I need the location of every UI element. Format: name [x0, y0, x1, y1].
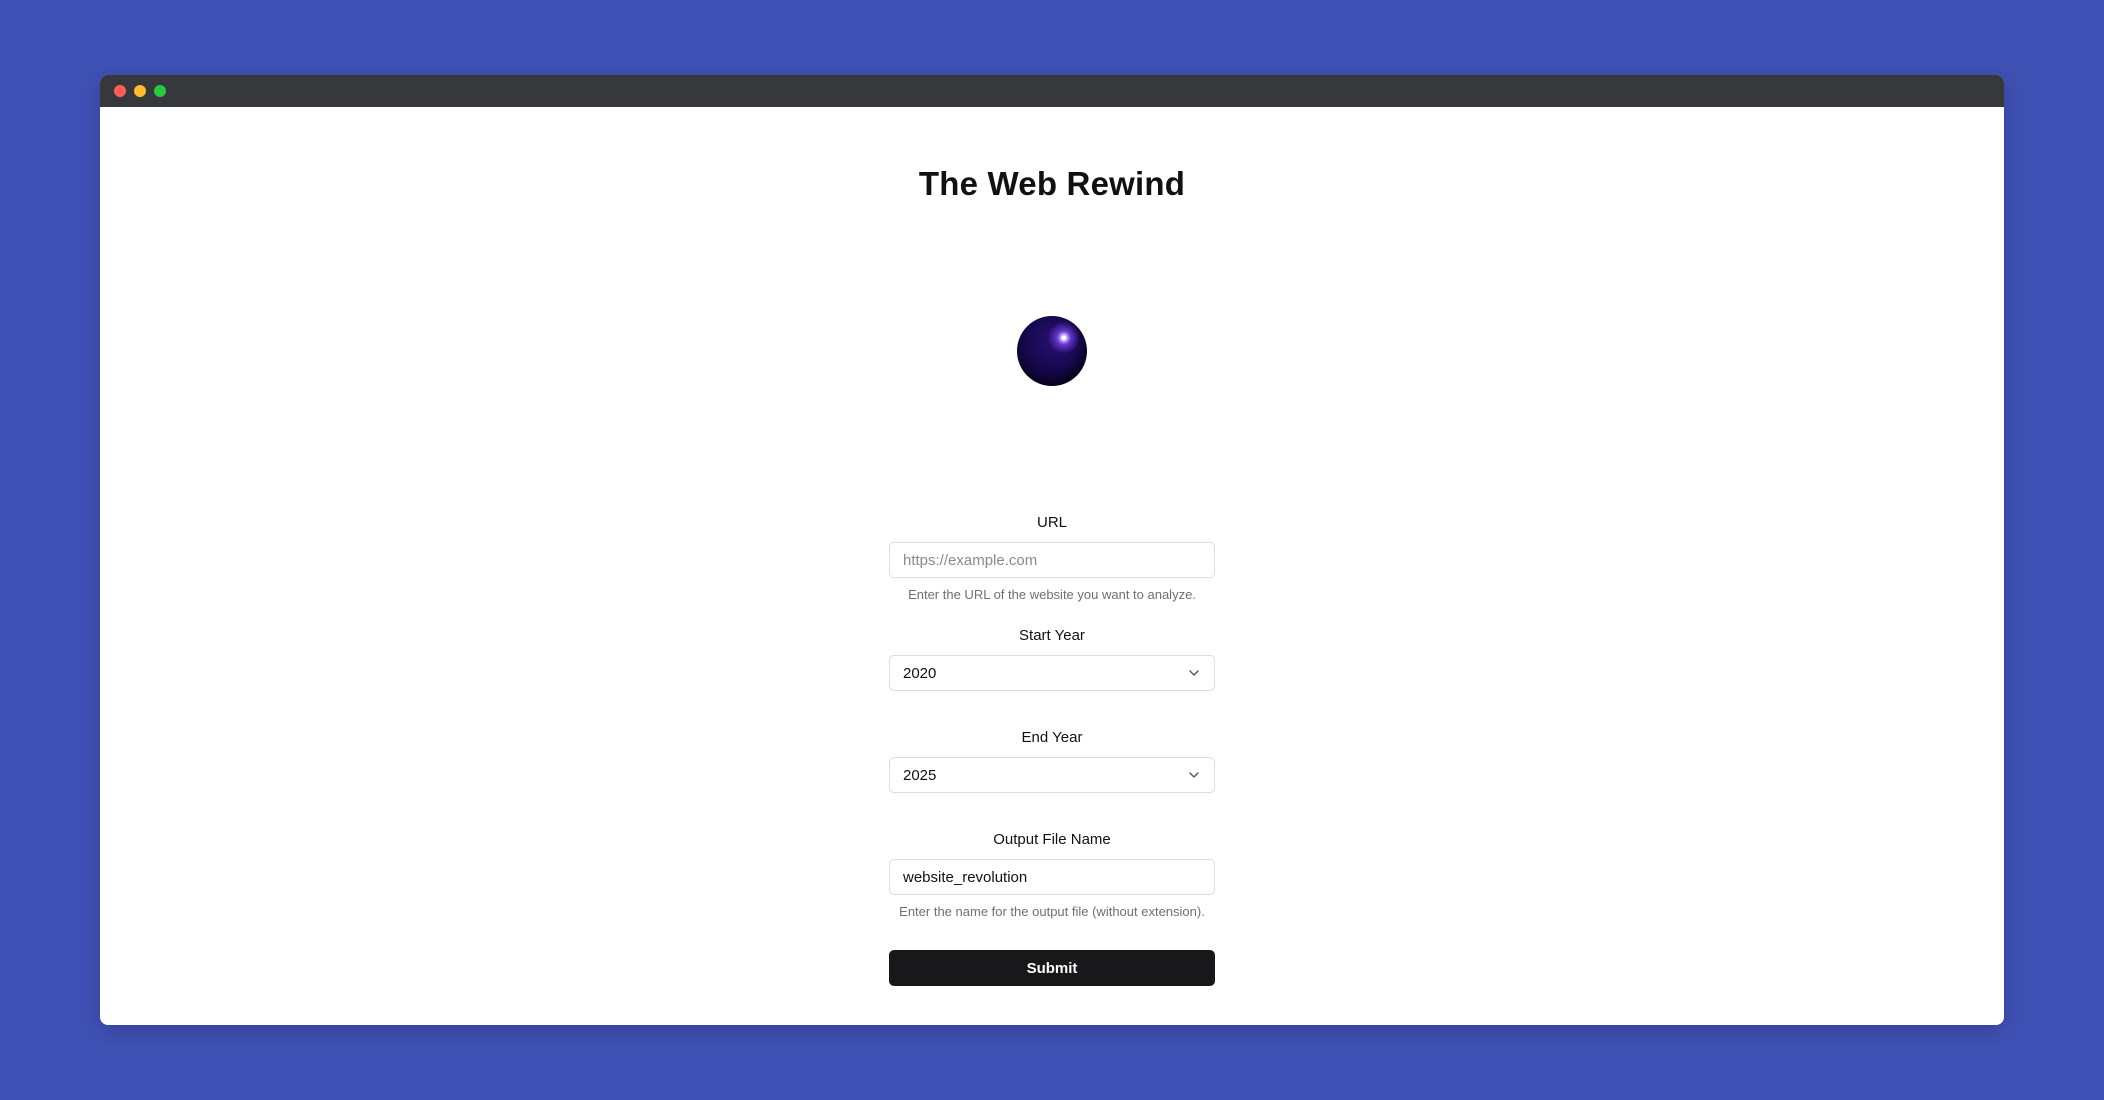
- chevron-down-icon: [1189, 772, 1199, 778]
- output-file-field-group: Output File Name Enter the name for the …: [889, 831, 1215, 920]
- output-file-input[interactable]: [889, 859, 1215, 895]
- end-year-label: End Year: [1021, 729, 1083, 746]
- start-year-label: Start Year: [1019, 627, 1085, 644]
- url-field-group: URL Enter the URL of the website you wan…: [889, 514, 1215, 603]
- maximize-window-button[interactable]: [154, 85, 166, 97]
- page-title: The Web Rewind: [918, 165, 1186, 202]
- start-year-field-group: Start Year 2020: [889, 627, 1215, 691]
- browser-window: The Web Rewind URL Enter the URL of the …: [100, 75, 2004, 1025]
- start-year-select[interactable]: 2020: [889, 655, 1215, 691]
- orb-icon: [1017, 316, 1087, 386]
- start-year-value: 2020: [903, 664, 937, 682]
- page-content: The Web Rewind URL Enter the URL of the …: [100, 107, 2004, 1025]
- output-file-label: Output File Name: [993, 831, 1111, 848]
- submit-button[interactable]: Submit: [889, 950, 1215, 986]
- url-input[interactable]: [889, 542, 1215, 578]
- chevron-down-icon: [1189, 670, 1199, 676]
- window-titlebar: [100, 75, 2004, 107]
- analysis-form: URL Enter the URL of the website you wan…: [889, 514, 1215, 986]
- end-year-value: 2025: [903, 766, 937, 784]
- url-hint: Enter the URL of the website you want to…: [908, 587, 1196, 602]
- output-file-hint: Enter the name for the output file (with…: [899, 904, 1205, 919]
- close-window-button[interactable]: [114, 85, 126, 97]
- minimize-window-button[interactable]: [134, 85, 146, 97]
- end-year-field-group: End Year 2025: [889, 729, 1215, 793]
- end-year-select[interactable]: 2025: [889, 757, 1215, 793]
- url-label: URL: [1036, 514, 1067, 531]
